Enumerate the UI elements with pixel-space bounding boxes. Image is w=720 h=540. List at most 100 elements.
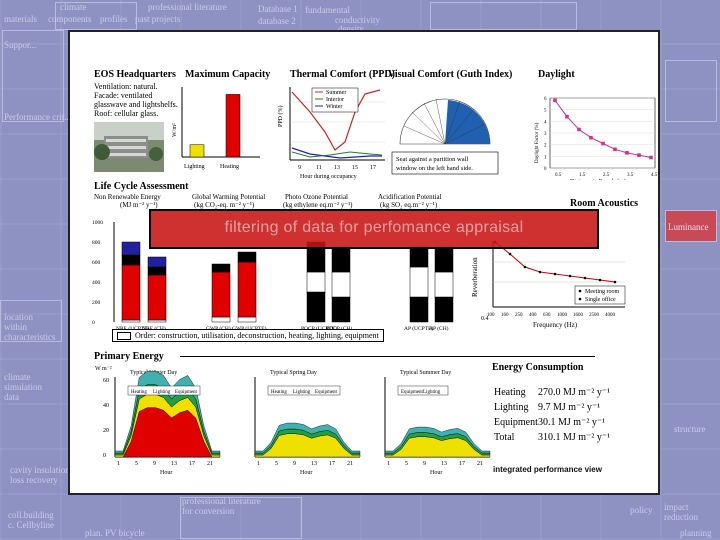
lca-bar-segment [147,256,167,268]
fos-line: Roof: cellular glass. [94,109,159,118]
thermal-tick: 13 [334,165,340,171]
bg-label: Suppor... [4,40,37,50]
bg-label: data [4,392,19,402]
bg-label: plan. PV bicycle [85,528,145,538]
lca-ytick: 600 [92,260,101,266]
lca-bar-segment [434,296,454,323]
daylight-point [649,155,653,160]
lca-unit: (kg SO₂ eq.m⁻² y⁻¹) [380,201,438,209]
panel-footer: integrated performance view [493,465,602,474]
lca-bar-segment [409,266,429,298]
acoustics-ylabel: Reverberation [471,257,479,297]
lca-unit: (kg CO₂-eq. m⁻² y⁻¹) [194,201,255,209]
lca-bar-segment [121,264,141,321]
bg-label: fundamental [305,5,350,15]
pe-legend: Lighting [153,390,171,395]
pe-xtick: 9 [153,461,156,467]
thermal-xlabel: Hour during occupancy [300,174,357,180]
pe-xlabel: Hour [160,470,172,476]
bg-label: characteristics [4,332,56,342]
lca-bar-segment [147,274,167,321]
bg-label: coll.building [8,510,54,520]
acoustics-xtick: 1000 [557,313,568,318]
acoustics-xtick: 250 [515,313,523,318]
visual-note: Seat against a partition wall [396,156,468,163]
thermal-title: Thermal Comfort (PPD) [290,69,395,80]
max-capacity-title: Maximum Capacity [185,69,271,80]
bg-label: profiles [100,14,128,24]
daylight-point [625,151,629,155]
lca-unit: (MJ m⁻² y⁻¹) [120,201,158,209]
pe-xtick: 13 [311,461,317,467]
lca-bar-segment [211,271,231,318]
acoustics-xtick: 4000 [605,313,616,318]
lca-bar-segment [147,266,167,276]
bg-label: impact reduction [664,502,698,522]
lca-bar-segment [121,241,141,256]
pe-xtick: 1 [117,461,120,467]
bg-label: policy [630,505,653,515]
acoustics-xtick: 400 [529,313,537,318]
bg-window-box [430,2,577,30]
pe-ytick: 60 [103,378,109,384]
daylight-point [601,141,605,146]
thermal-legend: Interior [326,97,344,103]
lca-ytick: 800 [92,240,101,246]
bg-label: for conversion [182,506,235,516]
fos-line: Facade: ventilated [94,91,153,100]
maxcap-label: Heating [220,164,239,170]
visual-title: Visual Comfort (Guth Index) [388,69,513,80]
daylight-ytick: 0 [544,167,547,172]
lca-order-text: Order: construction, utilisation, decons… [135,331,379,340]
bg-label: loss recovery [10,475,58,485]
pe-legend: Equipment [401,390,424,395]
bg-label: professional literature [148,2,227,12]
lca-bar-segment [237,316,257,323]
fos-line: Ventilation: natural. [94,82,158,91]
daylight-xtick: 3.5 [627,173,634,178]
daylight-ytick: 3 [544,132,547,137]
pe-xtick: 13 [441,461,447,467]
bg-label: planning [680,528,712,538]
bg-label: past projects [135,14,181,24]
lca-ytick: 0 [92,320,95,326]
acoustics-legend: Single office [585,296,616,303]
ec-label-heating: Heating [494,387,526,398]
daylight-point [553,98,557,103]
max-capacity-chart: W/m² Lighting Heating [172,87,260,170]
daylight-point [637,153,641,157]
pe-ylabel: W m⁻² [95,366,112,372]
pe-xtick: 21 [477,461,483,467]
thermal-tick: 11 [316,165,322,171]
acoustics-xtick: 1600 [573,313,584,318]
ec-label-lighting: Lighting [494,402,529,413]
maxcap-label: Lighting [184,164,205,170]
lca-ytick: 200 [92,300,101,306]
integrated-performance-panel: EOS Headquarters Ventilation: natural. F… [68,30,660,495]
thermal-tick: 15 [352,165,358,171]
lca-ytick: 1000 [92,220,103,226]
lca-subtitle: Photo Ozone Potential [285,193,348,201]
lca-order-box: Order: construction, utilisation, decons… [112,329,384,343]
thermal-legend: Winter [326,104,342,110]
daylight-chart: 0 1 2 3 4 5 6 0.5 1.5 2.5 3.5 4.5 Distance to Facade… [535,97,658,180]
bg-label: Performance crit... [4,112,71,122]
lca-bar-segment [237,251,257,263]
pe-legend: Lighting [293,390,311,395]
pe-xtick: 5 [275,461,278,467]
daylight-ytick: 6 [544,97,547,102]
daylight-point [613,147,617,152]
filter-text: filtering of data for perfomance apprais… [224,219,524,236]
pe-ytick: 20 [103,428,109,434]
daylight-xtick: 1.5 [579,173,586,178]
ec-label-total: Total [494,432,515,443]
bg-label: simulation [4,382,42,392]
acoustics-xtick: 630 [543,313,551,318]
pe-xtick: 17 [329,461,335,467]
pe-ytick: 40 [103,403,109,409]
bg-label: location [4,312,33,322]
lca-bar-segment [306,291,326,323]
bg-label: within [4,322,28,332]
bg-label: Luminance [668,222,709,232]
lca-bar-segment [237,261,257,318]
